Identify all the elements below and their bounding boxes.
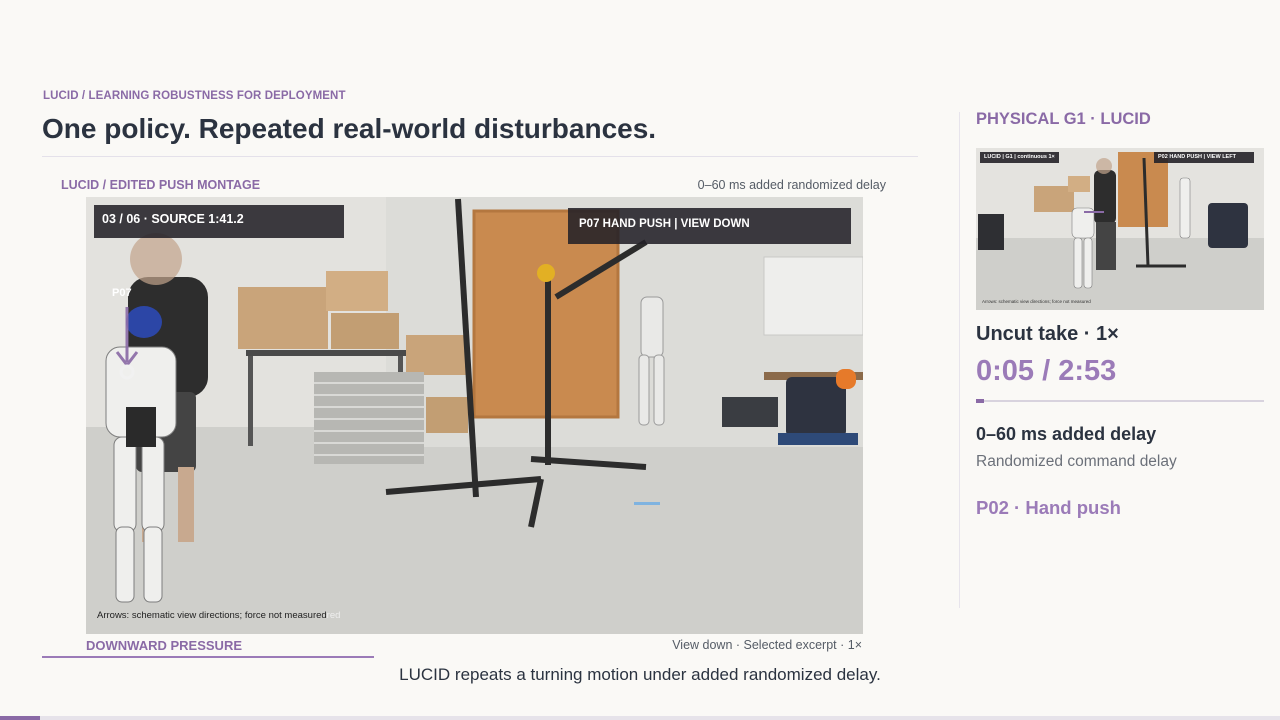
playback-progress-track[interactable]	[976, 400, 1264, 402]
pressure-underline	[42, 656, 374, 658]
thumbnail-frame	[976, 148, 1264, 310]
uncut-take-label: Uncut take · 1×	[976, 323, 1119, 345]
delay-description: Randomized command delay	[976, 453, 1177, 470]
video-caption: LUCID repeats a turning motion under add…	[399, 665, 881, 684]
delay-note: 0–60 ms added randomized delay	[697, 178, 886, 192]
timecode: 0:05 / 2:53	[976, 355, 1117, 387]
push-marker-label: P07	[112, 287, 132, 299]
uncut-take-thumbnail[interactable]: LUCID | G1 | continuous 1× P02 HAND PUSH…	[976, 148, 1264, 310]
column-divider	[959, 112, 960, 608]
arrows-note: Arrows: schematic view directions; force…	[97, 610, 340, 621]
thumb-note: Arrows: schematic view directions; force…	[982, 299, 1091, 304]
view-meta: View down · Selected excerpt · 1×	[672, 638, 862, 652]
push-tag: P07 HAND PUSH | VIEW DOWN	[568, 208, 851, 244]
thumb-tag-right: P02 HAND PUSH | VIEW LEFT	[1154, 152, 1254, 163]
title-divider	[42, 156, 918, 157]
sidebar-heading: PHYSICAL G1 · LUCID	[976, 110, 1151, 128]
presentation-progress-fill	[0, 716, 40, 720]
push-type-label: P02 · Hand push	[976, 497, 1121, 518]
video-frame	[86, 197, 863, 634]
montage-label: LUCID / EDITED PUSH MONTAGE	[61, 178, 261, 192]
section-kicker: LUCID / LEARNING ROBUSTNESS FOR DEPLOYME…	[43, 90, 346, 102]
playback-progress-fill	[976, 399, 984, 403]
clip-counter: 03 / 06 · SOURCE 1:41.2	[94, 205, 344, 238]
pressure-label: DOWNWARD PRESSURE	[86, 638, 243, 653]
arrows-note-suffix: red	[326, 610, 341, 621]
presentation-progress-track	[0, 716, 1280, 720]
thumb-tag-left: LUCID | G1 | continuous 1×	[980, 152, 1059, 163]
arrows-note-text: Arrows: schematic view directions; force…	[97, 610, 327, 621]
montage-video[interactable]: 03 / 06 · SOURCE 1:41.2 P07 HAND PUSH | …	[86, 197, 863, 634]
delay-heading: 0–60 ms added delay	[976, 424, 1157, 444]
page-title: One policy. Repeated real-world disturba…	[42, 113, 657, 144]
